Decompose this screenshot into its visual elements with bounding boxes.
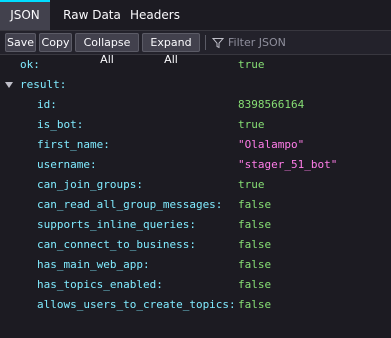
json-key: result: [20, 78, 67, 91]
json-value: false [238, 298, 272, 311]
json-row[interactable]: can_join_groups: true [0, 175, 391, 195]
collapse-all-button[interactable]: Collapse All [75, 33, 139, 66]
json-row[interactable]: has_main_web_app: false [0, 255, 391, 275]
json-value: false [238, 238, 272, 251]
filter-icon [212, 38, 224, 49]
json-key: supports_inline_queries: [37, 218, 196, 231]
json-value: "Olalampo" [238, 138, 305, 151]
tab-bar: JSON Raw Data Headers [0, 0, 391, 31]
json-row[interactable]: allows_users_to_create_topics: false [0, 295, 391, 315]
json-row[interactable]: is_bot: true [0, 115, 391, 135]
json-key: has_main_web_app: [37, 258, 150, 271]
json-value: 8398566164 [238, 98, 305, 111]
save-button[interactable]: Save [5, 33, 36, 52]
json-row[interactable]: first_name: "Olalampo" [0, 135, 391, 155]
json-key: can_connect_to_business: [37, 238, 196, 251]
json-value: true [238, 58, 265, 71]
expand-all-button[interactable]: Expand All [142, 33, 200, 66]
json-row-result[interactable]: result: [0, 75, 391, 95]
tab-headers[interactable]: Headers [124, 0, 186, 30]
json-row-ok[interactable]: ok: true [0, 55, 391, 75]
json-value: "stager_51_bot" [238, 158, 338, 171]
json-key: is_bot: [37, 118, 84, 131]
json-key: username: [37, 158, 97, 171]
chevron-down-icon[interactable] [5, 82, 13, 88]
json-key: can_join_groups: [37, 178, 143, 191]
json-key: id: [37, 98, 57, 111]
json-value: false [238, 218, 272, 231]
json-row[interactable]: can_read_all_group_messages: false [0, 195, 391, 215]
json-value: false [238, 198, 272, 211]
json-row[interactable]: can_connect_to_business: false [0, 235, 391, 255]
json-key: allows_users_to_create_topics: [37, 298, 236, 311]
tab-json[interactable]: JSON [0, 0, 50, 30]
toolbar-divider [205, 35, 206, 50]
tab-raw-data[interactable]: Raw Data [52, 0, 132, 30]
json-value: false [238, 278, 272, 291]
json-toolbar: Save Copy Collapse All Expand All [0, 31, 391, 66]
json-value: true [238, 178, 265, 191]
json-key: first_name: [37, 138, 110, 151]
json-key: ok: [20, 58, 40, 71]
json-value: false [238, 258, 272, 271]
json-row[interactable]: username: "stager_51_bot" [0, 155, 391, 175]
json-key: can_read_all_group_messages: [37, 198, 223, 211]
json-key: has_topics_enabled: [37, 278, 163, 291]
copy-button[interactable]: Copy [39, 33, 72, 52]
filter-json-input[interactable] [226, 34, 390, 51]
json-tree: ok: true result: id: 8398566164 is_bot: … [0, 55, 391, 315]
json-row[interactable]: has_topics_enabled: false [0, 275, 391, 295]
json-value: true [238, 118, 265, 131]
json-row[interactable]: id: 8398566164 [0, 95, 391, 115]
json-row[interactable]: supports_inline_queries: false [0, 215, 391, 235]
